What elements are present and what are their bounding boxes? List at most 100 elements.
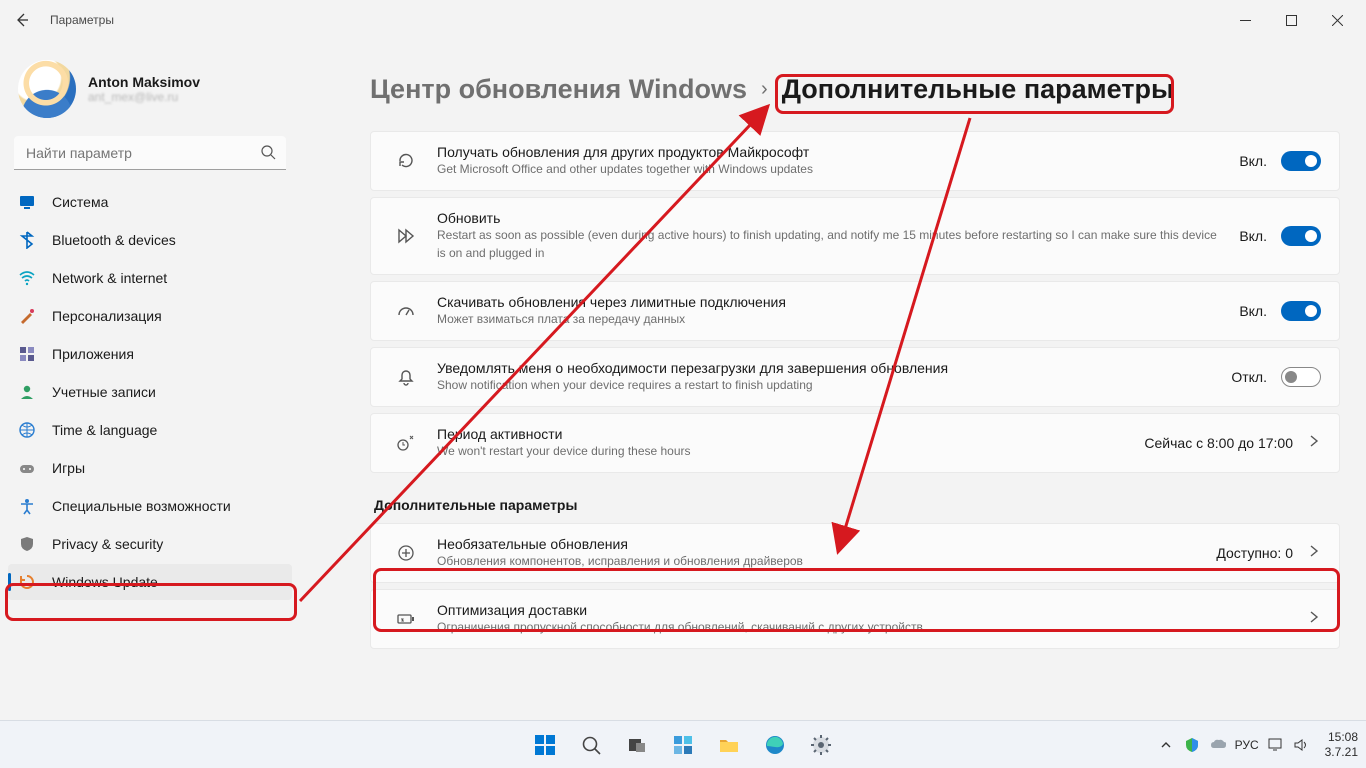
toggle-switch[interactable] [1281,301,1321,321]
annotation-box-3 [373,568,1340,632]
plus-icon [389,543,423,563]
search-input[interactable] [14,136,286,170]
tray-clock[interactable]: 15:08 3.7.21 [1325,730,1358,759]
sidebar-item-accessibility[interactable]: Специальные возможности [8,488,292,524]
settings-card[interactable]: ОбновитьRestart as soon as possible (eve… [370,197,1340,275]
sidebar-item-apps[interactable]: Приложения [8,336,292,372]
toggle-switch[interactable] [1281,367,1321,387]
sidebar-item-bluetooth[interactable]: Bluetooth & devices [8,222,292,258]
search-icon [260,144,276,165]
taskbar-center [525,725,841,765]
avatar [18,60,76,118]
tray-time: 15:08 [1325,730,1358,744]
gear-icon [810,734,832,756]
minimize-button[interactable] [1222,4,1268,36]
tray-language[interactable]: РУС [1235,738,1259,752]
widgets-icon [672,734,694,756]
titlebar: Параметры [0,0,1366,40]
minimize-icon [1240,15,1251,26]
chevron-right-icon: › [761,78,768,101]
sidebar-item-label: Privacy & security [52,536,163,552]
wifi-icon [18,269,36,287]
toggle-state-label: Вкл. [1239,153,1267,169]
card-title: Получать обновления для других продуктов… [437,144,1225,160]
sidebar-item-label: Network & internet [52,270,167,286]
tray-volume-icon[interactable] [1293,736,1311,754]
card-title: Уведомлять меня о необходимости перезагр… [437,360,1217,376]
toggle-switch[interactable] [1281,151,1321,171]
maximize-icon [1286,15,1297,26]
close-button[interactable] [1314,4,1360,36]
toggle-state-label: Вкл. [1239,303,1267,319]
sidebar-item-label: Bluetooth & devices [52,232,176,248]
card-value: Сейчас с 8:00 до 17:00 [1144,435,1293,451]
tray-onedrive-icon[interactable] [1209,736,1227,754]
section-label: Дополнительные параметры [374,497,1340,513]
settings-card[interactable]: Скачивать обновления через лимитные подк… [370,281,1340,341]
toggle-state-label: Вкл. [1239,228,1267,244]
meter-icon [389,301,423,321]
taskbar-explorer[interactable] [709,725,749,765]
sidebar-item-gamepad[interactable]: Игры [8,450,292,486]
windows-icon [533,733,557,757]
back-button[interactable] [6,4,38,36]
taskbar-settings[interactable] [801,725,841,765]
taskbar-widgets[interactable] [663,725,703,765]
profile-block[interactable]: Anton Maksimov ant_mex@live.ru [8,50,292,136]
apps-icon [18,345,36,363]
edge-icon [764,734,786,756]
taskbar-edge[interactable] [755,725,795,765]
fastforward-icon [389,226,423,246]
chevron-right-icon [1307,544,1321,563]
close-icon [1332,15,1343,26]
accessibility-icon [18,497,36,515]
card-subtitle: Restart as soon as possible (even during… [437,226,1225,262]
sidebar-item-label: Игры [52,460,85,476]
folder-icon [718,734,740,756]
sidebar-item-label: Учетные записи [52,384,156,400]
sidebar-item-label: Специальные возможности [52,498,231,514]
taskbar: РУС 15:08 3.7.21 [0,720,1366,768]
taskbar-taskview[interactable] [617,725,657,765]
card-title: Период активности [437,426,1130,442]
taskview-icon [626,734,648,756]
annotation-box-1 [775,74,1174,114]
toggle-switch[interactable] [1281,226,1321,246]
tray-date: 3.7.21 [1325,745,1358,759]
start-button[interactable] [525,725,565,765]
sidebar-item-shield[interactable]: Privacy & security [8,526,292,562]
sidebar-item-monitor[interactable]: Система [8,184,292,220]
nav-list: Система Bluetooth & devices Network & inte… [8,184,292,600]
sidebar-item-label: Приложения [52,346,134,362]
settings-card[interactable]: Получать обновления для других продуктов… [370,131,1340,191]
card-value: Доступно: 0 [1216,545,1293,561]
card-subtitle: Show notification when your device requi… [437,376,1217,394]
settings-card[interactable]: Период активностиWe won't restart your d… [370,413,1340,473]
card-title: Необязательные обновления [437,536,1202,552]
tray-chevron[interactable] [1157,736,1175,754]
tray-network-icon[interactable] [1267,736,1285,754]
person-icon [18,383,36,401]
settings-card[interactable]: Уведомлять меня о необходимости перезагр… [370,347,1340,407]
window-title: Параметры [50,13,114,27]
search-box[interactable] [14,136,286,170]
sidebar-item-wifi[interactable]: Network & internet [8,260,292,296]
maximize-button[interactable] [1268,4,1314,36]
shield-icon [18,535,36,553]
card-subtitle: Get Microsoft Office and other updates t… [437,160,1225,178]
gamepad-icon [18,459,36,477]
sidebar-item-globe[interactable]: Time & language [8,412,292,448]
card-subtitle: We won't restart your device during thes… [437,442,1130,460]
annotation-box-2 [5,583,297,621]
profile-email: ant_mex@live.ru [88,90,200,104]
taskbar-search[interactable] [571,725,611,765]
search-icon [580,734,602,756]
breadcrumb-parent[interactable]: Центр обновления Windows [370,74,747,105]
arrow-left-icon [14,12,30,28]
tray-security-icon[interactable] [1183,736,1201,754]
sidebar-item-person[interactable]: Учетные записи [8,374,292,410]
sidebar-item-label: Персонализация [52,308,162,324]
monitor-icon [18,193,36,211]
sidebar-item-brush[interactable]: Персонализация [8,298,292,334]
brush-icon [18,307,36,325]
